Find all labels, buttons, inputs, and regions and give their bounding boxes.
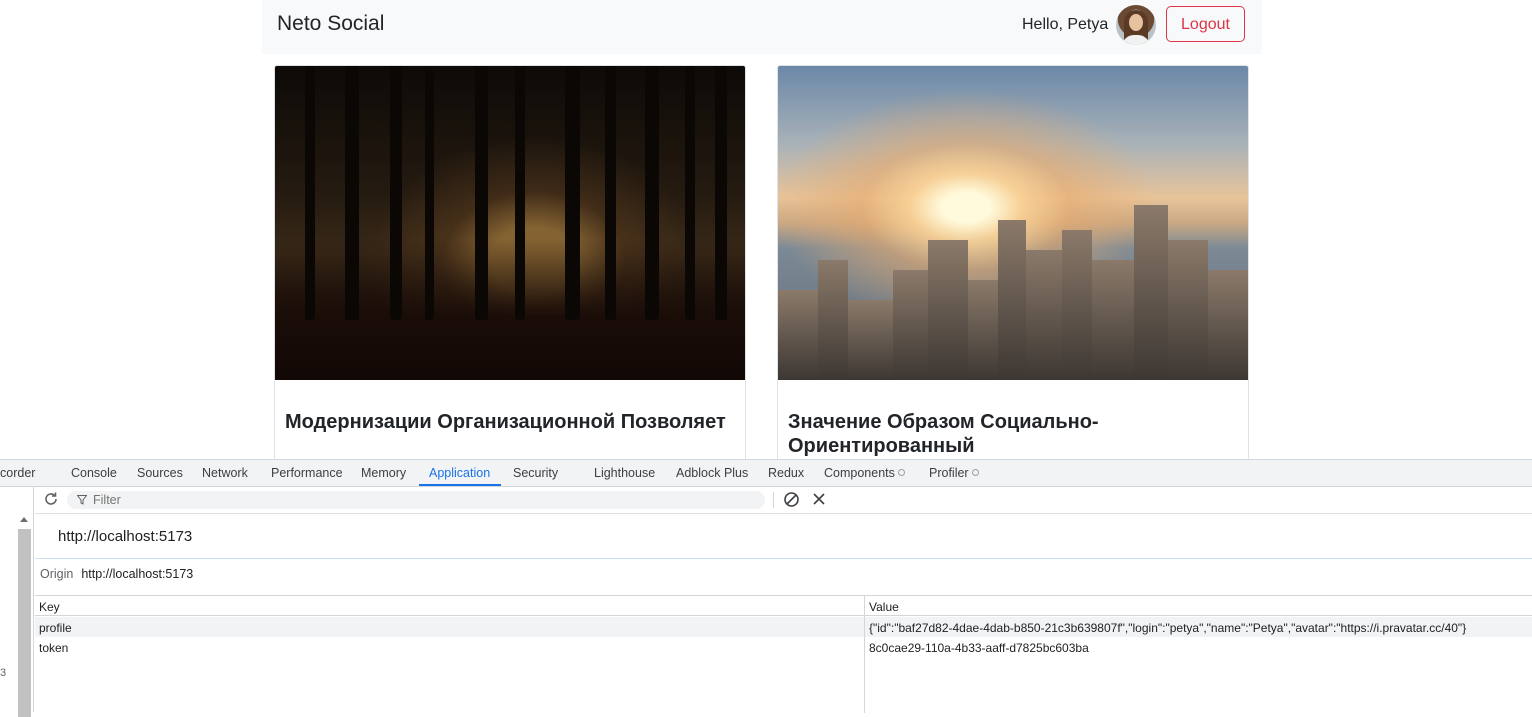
building-shape — [928, 240, 968, 380]
table-row[interactable]: token 8c0cae29-110a-4b33-aaff-d7825bc603… — [35, 637, 1532, 657]
column-header-key[interactable]: Key — [39, 600, 60, 614]
post-card[interactable]: Модернизации Организационной Позволяет — [274, 65, 746, 459]
column-header-value[interactable]: Value — [869, 600, 899, 614]
storage-table: Key Value profile {"id":"baf27d82-4dae-4… — [35, 595, 1532, 713]
building-shape — [1208, 270, 1248, 380]
origin-divider — [35, 558, 1532, 559]
logout-button[interactable]: Logout — [1166, 6, 1245, 42]
scrollbar-thumb[interactable] — [18, 529, 31, 717]
active-tab-indicator — [419, 484, 501, 486]
tree-shape — [685, 66, 695, 320]
tree-shape — [345, 66, 359, 320]
column-divider[interactable] — [864, 596, 865, 713]
table-header: Key Value — [35, 596, 1532, 616]
tab-application[interactable]: Application — [429, 466, 490, 480]
tab-sources[interactable]: Sources — [137, 466, 183, 480]
user-avatar — [1116, 5, 1156, 45]
filter-input[interactable] — [93, 493, 693, 507]
react-icon — [971, 469, 979, 476]
building-shape — [998, 220, 1026, 380]
post-title: Значение Образом Социально-Ориентированн… — [788, 411, 1099, 457]
react-icon — [897, 469, 905, 476]
filter-box[interactable] — [67, 491, 765, 509]
tab-profiler-label: Profiler — [929, 466, 969, 480]
building-shape — [848, 300, 893, 380]
building-shape — [893, 270, 928, 380]
tab-lighthouse[interactable]: Lighthouse — [594, 466, 655, 480]
post-card[interactable]: Значение Образом Социально-Ориентированн… — [777, 65, 1249, 459]
left-gutter: 3 — [0, 487, 34, 717]
row-value: 8c0cae29-110a-4b33-aaff-d7825bc603ba — [869, 641, 1089, 655]
brand-link[interactable]: Neto Social — [277, 12, 384, 36]
refresh-icon[interactable] — [43, 491, 59, 507]
building-shape — [1134, 205, 1168, 380]
building-shape — [1026, 250, 1062, 380]
app-viewport: Neto Social Hello, Petya Logout Модерниз… — [0, 0, 1532, 459]
origin-label: Origin — [40, 567, 74, 581]
tree-shape — [645, 66, 659, 320]
filter-icon — [77, 495, 87, 505]
building-shape — [968, 280, 998, 380]
tab-network[interactable]: Network — [202, 466, 248, 480]
tab-components[interactable]: Components — [824, 466, 905, 480]
tree-shape — [565, 66, 580, 320]
table-row[interactable]: profile {"id":"baf27d82-4dae-4dab-b850-2… — [35, 617, 1532, 637]
tree-shape — [475, 66, 488, 320]
tree-shape — [605, 66, 616, 320]
avatar-face — [1129, 14, 1143, 31]
row-key: token — [39, 641, 69, 655]
tab-adblock-plus[interactable]: Adblock Plus — [676, 466, 748, 480]
tree-shape — [425, 70, 434, 320]
origin-heading: http://localhost:5173 — [58, 528, 193, 545]
tree-shape — [715, 66, 727, 320]
tab-components-label: Components — [824, 466, 895, 480]
tree-shape — [305, 66, 315, 320]
navbar: Neto Social Hello, Petya Logout — [262, 0, 1262, 54]
storage-toolbar — [35, 487, 1532, 514]
clear-all-icon[interactable] — [783, 491, 800, 508]
tree-shape — [515, 66, 525, 320]
building-shape — [818, 260, 848, 380]
devtools-tabbar: corder Console Sources Network Performan… — [0, 460, 1532, 487]
origin-value: http://localhost:5173 — [81, 567, 194, 581]
tab-memory[interactable]: Memory — [361, 466, 406, 480]
row-value: {"id":"baf27d82-4dae-4dab-b850-21c3b6398… — [869, 621, 1467, 635]
toolbar-separator — [773, 492, 774, 508]
tab-console[interactable]: Console — [71, 466, 117, 480]
tab-redux[interactable]: Redux — [768, 466, 804, 480]
user-greeting: Hello, Petya — [1022, 16, 1109, 33]
gutter-number: 3 — [0, 667, 7, 679]
tab-security[interactable]: Security — [513, 466, 558, 480]
building-shape — [1168, 240, 1208, 380]
origin-row: Origin http://localhost:5173 — [40, 567, 193, 581]
building-shape — [1062, 230, 1092, 380]
scroll-up-arrow-icon[interactable] — [20, 517, 28, 522]
tree-shape — [390, 66, 402, 320]
building-shape — [778, 290, 818, 380]
tab-recorder[interactable]: corder — [0, 466, 35, 480]
post-title: Модернизации Организационной Позволяет — [285, 411, 726, 433]
tab-performance[interactable]: Performance — [271, 466, 343, 480]
post-image-forest — [275, 66, 745, 380]
close-icon[interactable] — [811, 491, 827, 507]
post-image-city — [778, 66, 1248, 380]
devtools-panel: corder Console Sources Network Performan… — [0, 459, 1532, 717]
row-key: profile — [39, 621, 72, 635]
building-shape — [1092, 260, 1134, 380]
tab-profiler[interactable]: Profiler — [929, 466, 979, 480]
